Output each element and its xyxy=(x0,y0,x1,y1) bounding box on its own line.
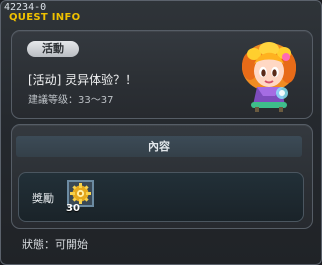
reward-label: 獎勵 xyxy=(32,192,54,205)
quest-category-badge: 活動 xyxy=(27,41,79,57)
quest-giver-girl-icon xyxy=(242,42,296,112)
quest-summary-panel: 活動 [活动] 灵异体验？！ 建議等级：33～37 xyxy=(11,30,313,119)
content-section-header: 內容 xyxy=(16,136,302,157)
quest-title: [活动] 灵异体验？！ xyxy=(28,73,138,87)
window-title: QUEST INFO xyxy=(9,12,81,23)
quest-giver-avatar xyxy=(237,39,302,113)
reward-row: 獎勵 30 xyxy=(18,172,304,222)
quest-info-window: 42234-0 QUEST INFO 活動 [活动] 灵异体验？！ 建議等级：3… xyxy=(0,0,322,265)
gold-gear-item-icon xyxy=(69,182,92,205)
recommended-level: 建議等级：33～37 xyxy=(28,95,114,106)
quest-status: 狀態：可開始 xyxy=(22,238,88,251)
reward-quantity: 30 xyxy=(66,203,80,214)
